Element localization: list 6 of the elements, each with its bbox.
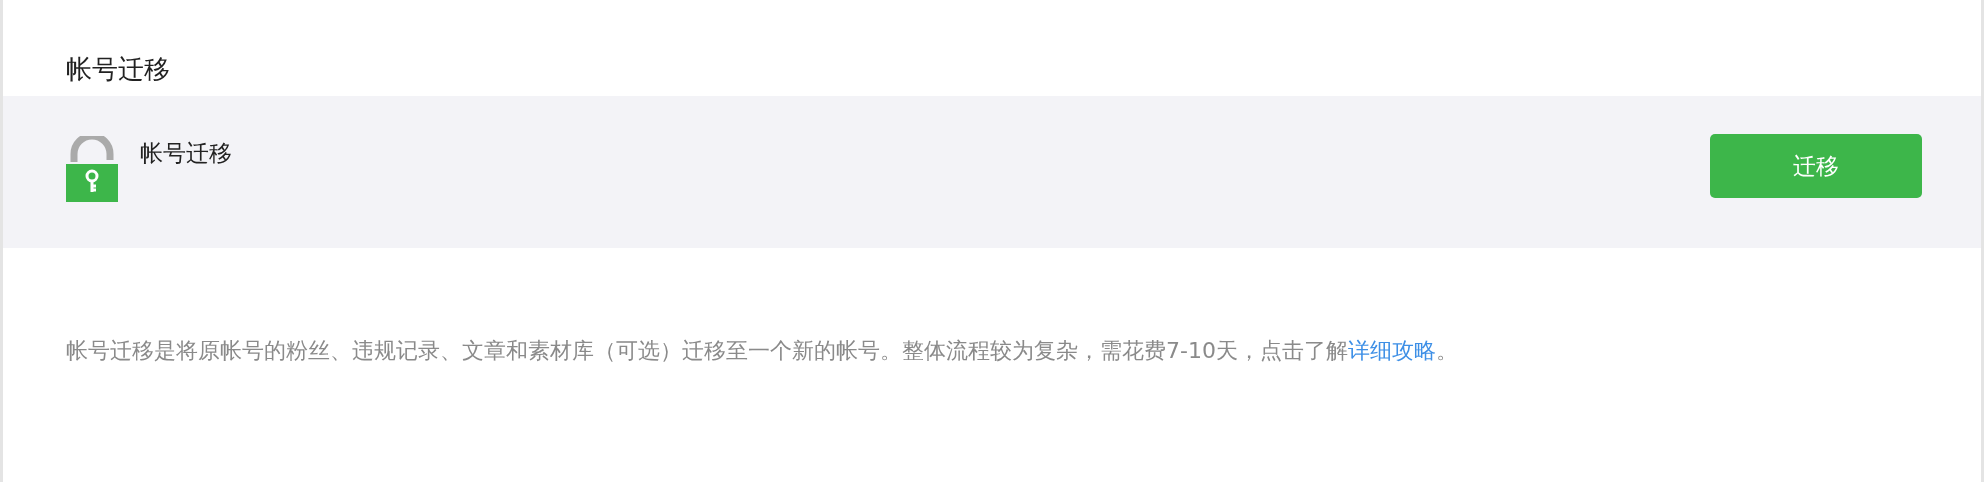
description-text: 帐号迁移是将原帐号的粉丝、违规记录、文章和素材库（可选）迁移至一个新的帐号。整体流程较为复杂，需花费7-10天，点击了解详细攻略。 xyxy=(66,337,1459,365)
guide-link[interactable]: 详细攻略 xyxy=(1347,338,1436,363)
item-title: 帐号迁移 xyxy=(140,139,233,168)
migrate-button[interactable]: 迁移 xyxy=(1710,134,1922,198)
padlock-icon xyxy=(66,136,118,202)
page-title: 帐号迁移 xyxy=(65,53,171,86)
